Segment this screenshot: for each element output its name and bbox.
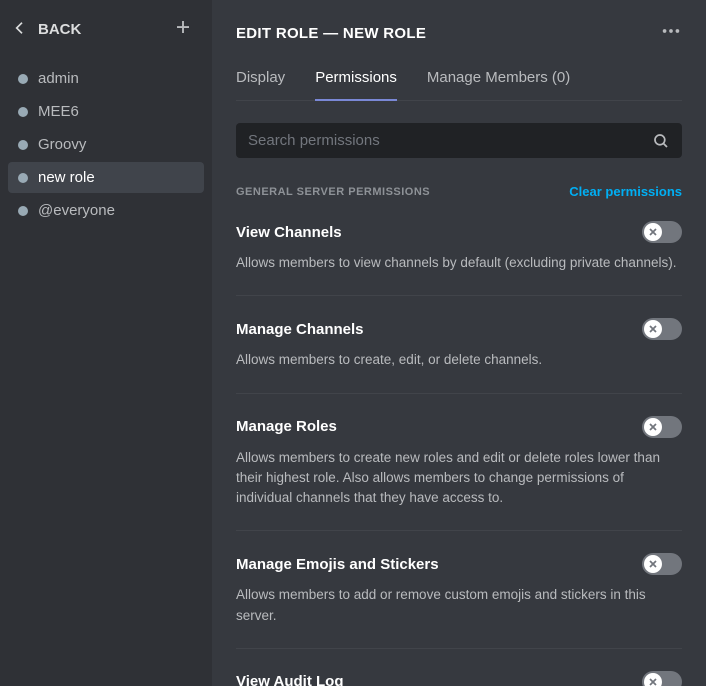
permission-toggle[interactable] (642, 221, 682, 243)
role-item-label: admin (38, 70, 79, 87)
role-color-dot (18, 173, 28, 183)
main-header: EDIT ROLE — NEW ROLE (236, 20, 682, 47)
role-color-dot (18, 107, 28, 117)
sidebar: BACK admin MEE6 Groovy new role @everyone (0, 0, 212, 686)
permission-description: Allows members to view channels by defau… (236, 253, 682, 273)
back-label: BACK (38, 21, 81, 38)
add-role-button[interactable] (174, 18, 192, 41)
toggle-knob (644, 223, 662, 241)
permission-title: Manage Emojis and Stickers (236, 556, 439, 573)
permission-toggle[interactable] (642, 553, 682, 575)
role-list: admin MEE6 Groovy new role @everyone (8, 63, 204, 226)
permission-toggle[interactable] (642, 416, 682, 438)
permission-item: Manage Emojis and Stickers Allows members… (236, 553, 682, 649)
more-button[interactable] (660, 20, 682, 47)
role-item[interactable]: MEE6 (8, 96, 204, 127)
permission-list: View Channels Allows members to view chan… (236, 221, 682, 686)
permission-description: Allows members to create new roles and e… (236, 448, 682, 509)
clear-permissions-button[interactable]: Clear permissions (569, 184, 682, 199)
toggle-knob (644, 320, 662, 338)
section-title: GENERAL SERVER PERMISSIONS (236, 186, 430, 198)
tab[interactable]: Manage Members (0) (427, 61, 570, 100)
permission-row: Manage Channels (236, 318, 682, 340)
tabs: Display Permissions Manage Members (0) (236, 61, 682, 101)
permission-item: Manage Roles Allows members to create new… (236, 416, 682, 532)
page-title: EDIT ROLE — NEW ROLE (236, 25, 426, 42)
search-input[interactable] (236, 123, 682, 158)
role-item[interactable]: admin (8, 63, 204, 94)
role-item[interactable]: Groovy (8, 129, 204, 160)
permission-row: View Channels (236, 221, 682, 243)
back-button[interactable]: BACK (12, 20, 81, 40)
permission-row: Manage Emojis and Stickers (236, 553, 682, 575)
role-item[interactable]: new role (8, 162, 204, 193)
role-color-dot (18, 206, 28, 216)
permission-title: View Channels (236, 224, 342, 241)
role-item-label: @everyone (38, 202, 115, 219)
permission-item: View Audit LogAllows members to view a r… (236, 671, 682, 686)
role-color-dot (18, 140, 28, 150)
permission-item: View Channels Allows members to view chan… (236, 221, 682, 296)
toggle-knob (644, 673, 662, 686)
toggle-knob (644, 418, 662, 436)
role-color-dot (18, 74, 28, 84)
permission-row: View Audit Log (236, 671, 682, 686)
permission-description: Allows members to create, edit, or delet… (236, 350, 682, 370)
permission-title: Manage Roles (236, 418, 337, 435)
permission-toggle[interactable] (642, 671, 682, 686)
section-header: GENERAL SERVER PERMISSIONS Clear permiss… (236, 184, 682, 199)
role-item-label: Groovy (38, 136, 86, 153)
main-panel: EDIT ROLE — NEW ROLE Display Permissions M… (212, 0, 706, 686)
role-item[interactable]: @everyone (8, 195, 204, 226)
permission-description: Allows members to add or remove custom e… (236, 585, 682, 626)
search-wrap (236, 123, 682, 158)
tab[interactable]: Permissions (315, 61, 397, 100)
permission-title: Manage Channels (236, 321, 364, 338)
tab[interactable]: Display (236, 61, 285, 100)
permission-toggle[interactable] (642, 318, 682, 340)
arrow-left-icon (12, 20, 28, 40)
role-item-label: new role (38, 169, 95, 186)
toggle-knob (644, 555, 662, 573)
permission-item: Manage Channels Allows members to create,… (236, 318, 682, 393)
role-item-label: MEE6 (38, 103, 79, 120)
sidebar-header: BACK (8, 12, 204, 59)
permission-title: View Audit Log (236, 673, 344, 686)
permission-row: Manage Roles (236, 416, 682, 438)
search-icon (652, 132, 670, 150)
